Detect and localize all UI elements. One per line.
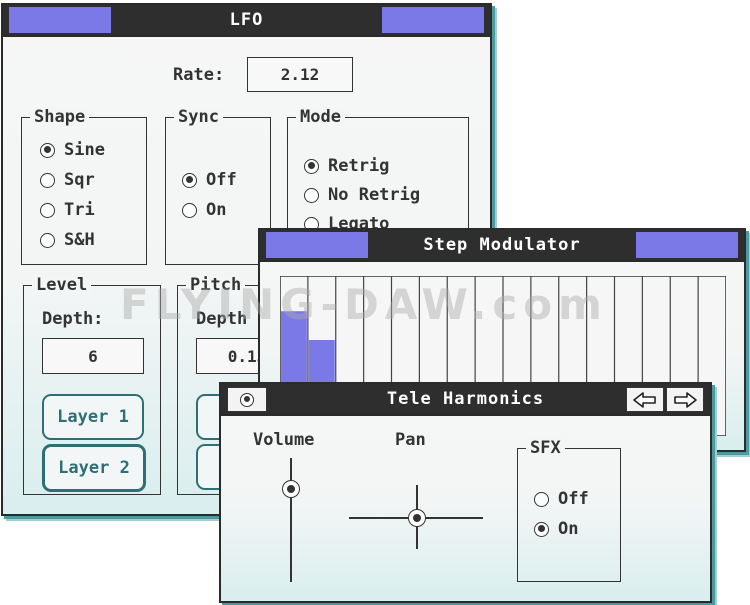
shape-sine-radio[interactable]: Sine [40, 140, 105, 160]
tele-harmonics-titlebar[interactable]: Tele Harmonics [221, 384, 710, 416]
sfx-on-radio[interactable]: On [534, 519, 578, 539]
title-stripe-right [636, 232, 738, 258]
layer-1-button[interactable]: Layer 1 [42, 394, 144, 440]
title-stripe-right [382, 7, 484, 33]
rate-field[interactable]: 2.12 [247, 57, 353, 92]
step-modulator-title: Step Modulator [423, 235, 581, 255]
tele-harmonics-window: Tele Harmonics Volume Pan SFX Off On [219, 382, 712, 603]
level-group-label: Level [32, 275, 92, 295]
sync-on-radio[interactable]: On [182, 200, 226, 220]
mode-no-retrig-radio[interactable]: No Retrig [304, 185, 420, 205]
close-box-icon[interactable] [227, 387, 267, 412]
layer-2-button[interactable]: Layer 2 [42, 444, 146, 492]
sync-off-radio[interactable]: Off [182, 170, 237, 190]
tele-harmonics-title: Tele Harmonics [386, 389, 545, 409]
sfx-group: SFX Off On [517, 438, 621, 582]
watermark-text: FLYING-DAW.com [120, 280, 608, 329]
arrow-right-icon[interactable] [666, 387, 704, 412]
sfx-off-radio[interactable]: Off [534, 489, 589, 509]
sync-group-label: Sync [174, 107, 223, 127]
arrow-left-icon[interactable] [626, 387, 664, 412]
volume-label: Volume [253, 430, 315, 450]
shape-group-label: Shape [30, 107, 90, 127]
step-modulator-titlebar[interactable]: Step Modulator [260, 230, 744, 262]
shape-tri-radio[interactable]: Tri [40, 200, 95, 220]
mode-group-label: Mode [296, 107, 345, 127]
shape-group: Shape Sine Sqr Tri S&H [21, 107, 147, 265]
rate-label: Rate: [173, 65, 225, 85]
title-stripe-left [266, 232, 368, 258]
level-depth-label: Depth: [42, 309, 104, 329]
volume-slider-knob[interactable] [282, 480, 300, 498]
lfo-title: LFO [229, 10, 264, 30]
title-stripe-left [9, 7, 111, 33]
pan-label: Pan [395, 430, 426, 450]
shape-sh-radio[interactable]: S&H [40, 230, 95, 250]
volume-slider-track[interactable] [290, 458, 292, 582]
sfx-group-label: SFX [526, 438, 565, 458]
lfo-titlebar[interactable]: LFO [3, 5, 490, 37]
mode-retrig-radio[interactable]: Retrig [304, 156, 389, 176]
level-depth-field[interactable]: 6 [42, 338, 144, 374]
pan-slider-knob[interactable] [408, 509, 426, 527]
sync-group: Sync Off On [165, 107, 271, 265]
shape-sqr-radio[interactable]: Sqr [40, 170, 95, 190]
